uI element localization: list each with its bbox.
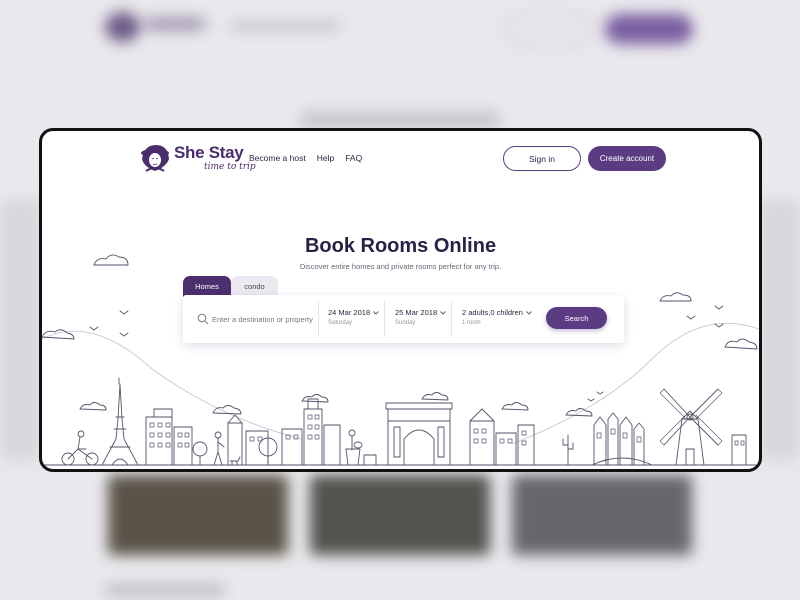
checkout-date: 25 Mar 2018 xyxy=(395,308,438,317)
tab-condo[interactable]: condo xyxy=(231,276,278,297)
checkout-day: Sunday xyxy=(395,320,416,326)
chevron-down-icon xyxy=(373,310,379,315)
page-subtitle: Discover entire homes and private rooms … xyxy=(299,262,502,271)
bg-side-left xyxy=(0,200,40,460)
bg-photo xyxy=(512,475,692,555)
property-type-tabs: Homes condo xyxy=(183,276,278,297)
guests-selector[interactable]: 2 adults,0 children 1 room xyxy=(462,308,532,326)
checkin-date: 24 Mar 2018 xyxy=(328,308,371,317)
logo-mark-icon xyxy=(141,145,169,172)
bg-logo-text xyxy=(145,18,205,30)
bg-logo xyxy=(105,12,140,42)
chevron-down-icon xyxy=(440,310,446,315)
brand-logo[interactable]: She Stay time to trip xyxy=(138,141,256,175)
bg-nav xyxy=(230,22,340,30)
nav-help[interactable]: Help xyxy=(317,153,334,163)
bg-signin xyxy=(505,14,595,44)
main-nav: Become a host Help FAQ xyxy=(249,153,362,163)
search-bar: 24 Mar 2018 Saturday 25 Mar 2018 Sunday … xyxy=(183,295,624,343)
checkout-date-picker[interactable]: 25 Mar 2018 Sunday xyxy=(395,308,446,326)
guests-summary: 2 adults,0 children xyxy=(462,308,523,317)
checkin-day: Saturday xyxy=(328,320,353,326)
chevron-down-icon xyxy=(526,310,532,315)
destination-input[interactable] xyxy=(212,310,320,328)
create-account-button[interactable]: Create account xyxy=(588,146,666,171)
city-skyline-illustration xyxy=(42,254,759,466)
sign-in-button[interactable]: Sign in xyxy=(503,146,581,171)
search-icon xyxy=(197,313,209,325)
bg-photo xyxy=(310,475,490,555)
bg-create xyxy=(605,14,693,44)
page-card: She Stay time to trip Become a host Help… xyxy=(39,128,762,472)
bg-heading xyxy=(300,112,500,128)
brand-tagline: time to trip xyxy=(204,162,256,172)
page-title: Book Rooms Online xyxy=(304,235,497,257)
bg-photo xyxy=(108,475,288,555)
nav-become-a-host[interactable]: Become a host xyxy=(249,153,306,163)
divider xyxy=(451,301,452,337)
divider xyxy=(384,301,385,337)
brand-name: She Stay xyxy=(174,143,244,162)
divider xyxy=(318,301,319,337)
tab-homes[interactable]: Homes xyxy=(183,276,231,297)
rooms-count: 1 room xyxy=(462,320,481,326)
nav-faq[interactable]: FAQ xyxy=(345,153,362,163)
bg-side-right xyxy=(760,200,800,460)
checkin-date-picker[interactable]: 24 Mar 2018 Saturday xyxy=(328,308,379,326)
bg-footer xyxy=(105,585,225,595)
search-button[interactable]: Search xyxy=(546,307,607,329)
